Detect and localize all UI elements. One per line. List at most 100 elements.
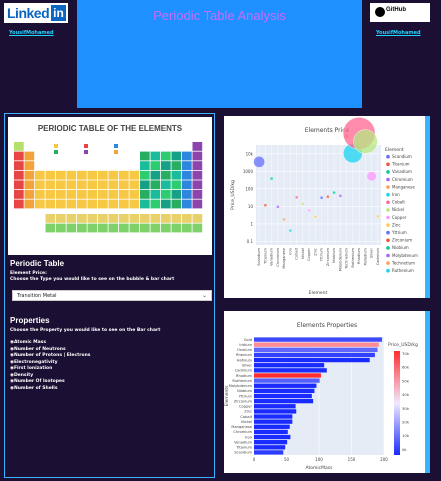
bubble-point[interactable]	[288, 228, 293, 233]
legend-entry[interactable]: Iron	[392, 192, 400, 197]
bubble-point[interactable]	[376, 214, 380, 219]
bubble-point[interactable]	[338, 194, 343, 198]
bar[interactable]	[254, 373, 321, 378]
bubble-point[interactable]	[294, 195, 299, 200]
bar[interactable]	[254, 429, 288, 435]
bar[interactable]	[254, 409, 297, 414]
property-radio-option[interactable]: ◉Number of Neutrons	[10, 347, 90, 352]
bubble-point[interactable]	[326, 194, 330, 199]
x-tick-label: Titanium	[263, 248, 267, 265]
bubble-point[interactable]	[366, 171, 377, 182]
github-user-link[interactable]: YousifMohamed	[376, 30, 421, 36]
colorbar-tick-label: 30k	[402, 406, 410, 411]
legend-entry[interactable]: Vanadium	[392, 169, 412, 174]
property-radio-option[interactable]: ◉Density	[10, 373, 90, 378]
legend-swatch	[54, 150, 58, 154]
bubble-point[interactable]	[332, 190, 336, 195]
legend-entry[interactable]: Niobium	[392, 245, 409, 250]
legend-marker[interactable]	[386, 268, 390, 273]
property-radio-option[interactable]: ◉Number Of Isotopes	[10, 379, 90, 384]
bar[interactable]	[254, 347, 378, 352]
property-radio-option[interactable]: ◉First Ionization	[10, 366, 90, 371]
bubble-point[interactable]	[276, 205, 280, 209]
legend-marker[interactable]	[386, 177, 390, 182]
chevron-down-icon[interactable]: ⌄	[202, 292, 207, 299]
legend-marker[interactable]	[386, 162, 390, 167]
legend-entry[interactable]: Ruthenium	[392, 268, 414, 273]
bar[interactable]	[254, 363, 325, 368]
github-logo[interactable]: GitHub	[370, 3, 430, 22]
property-radio-option[interactable]: ◉Atomic Mass	[10, 340, 90, 345]
legend-marker[interactable]	[386, 215, 390, 220]
legend-entry[interactable]: Scandium	[392, 154, 412, 159]
elements-properties-chart[interactable]: Elements Properties GoldIridiumOsmiumRhe…	[224, 311, 430, 473]
radio-label: Number of Protons | Electrons	[13, 353, 91, 358]
bar[interactable]	[254, 378, 320, 383]
legend-entry[interactable]: Technetium	[391, 260, 415, 265]
legend-entry[interactable]: Manganese	[392, 184, 416, 189]
legend-marker[interactable]	[386, 200, 390, 205]
property-radio-option[interactable]: ◉Number of Shells	[10, 386, 90, 391]
legend-marker[interactable]	[386, 246, 390, 250]
bubble-point[interactable]	[353, 129, 378, 154]
bar[interactable]	[254, 398, 314, 404]
element-tile	[77, 180, 87, 190]
scrollbar[interactable]	[425, 116, 430, 298]
linkedin-user-link[interactable]: YousifMohamed	[9, 30, 54, 36]
legend-marker[interactable]	[386, 261, 390, 265]
element-tile	[119, 190, 129, 199]
linkedin-logo-text: Linked	[7, 5, 50, 21]
bar[interactable]	[254, 445, 286, 450]
legend-entry[interactable]: Zinc	[392, 222, 401, 227]
bar[interactable]	[254, 434, 291, 440]
bar[interactable]	[254, 342, 379, 347]
legend-entry[interactable]: Titanium	[391, 162, 410, 167]
legend-entry[interactable]: Yttrium	[391, 230, 407, 235]
bubble-point[interactable]	[269, 176, 274, 181]
legend-entry[interactable]: Nickel	[392, 207, 404, 212]
bar[interactable]	[254, 383, 317, 388]
property-radio-option[interactable]: ◉Number of Protons | Electrons	[10, 353, 90, 358]
property-radio-option[interactable]: ◉Electronegativity	[10, 360, 90, 365]
legend-entry[interactable]: Copper	[392, 215, 407, 220]
bar[interactable]	[254, 404, 296, 409]
bar[interactable]	[254, 388, 315, 394]
bar[interactable]	[254, 450, 284, 455]
bar[interactable]	[254, 337, 383, 342]
legend-entry[interactable]: Cobalt	[392, 200, 405, 205]
scrollbar[interactable]	[425, 311, 430, 473]
bubble-point[interactable]	[282, 217, 286, 222]
legend-marker[interactable]	[386, 170, 390, 174]
bar[interactable]	[254, 352, 375, 358]
elements-price-chart[interactable]: Elements Price 10k 1000 100 10 1 0.1 Scandium…	[224, 116, 430, 298]
element-tile	[182, 199, 192, 209]
element-tile	[192, 151, 203, 161]
bar[interactable]	[254, 368, 327, 373]
legend-marker[interactable]	[386, 192, 390, 197]
legend-marker[interactable]	[386, 185, 390, 189]
legend-marker[interactable]	[386, 238, 390, 243]
legend-entry[interactable]: Chromium	[392, 177, 413, 182]
linkedin-logo[interactable]: Linked in	[4, 3, 68, 23]
legend-marker[interactable]	[386, 208, 390, 212]
legend-entry[interactable]: Zirconium	[392, 238, 412, 243]
bubble-point[interactable]	[307, 208, 311, 213]
bar[interactable]	[254, 419, 293, 424]
legend-marker[interactable]	[386, 230, 390, 235]
legend-marker[interactable]	[386, 253, 390, 258]
bubble-point[interactable]	[313, 214, 318, 219]
bar[interactable]	[254, 414, 293, 419]
bar[interactable]	[254, 440, 288, 445]
bubble-point[interactable]	[263, 203, 268, 208]
legend-marker[interactable]	[386, 223, 390, 227]
bubble-point[interactable]	[253, 156, 265, 168]
colorbar-tick-label: 10k	[402, 433, 410, 438]
bar[interactable]	[254, 357, 370, 363]
bar[interactable]	[254, 393, 312, 399]
bubble-point[interactable]	[301, 202, 305, 206]
bubble-point[interactable]	[319, 195, 324, 200]
type-dropdown[interactable]: Transition Metal ⌄	[12, 290, 212, 301]
legend-marker[interactable]	[386, 154, 390, 159]
legend-entry[interactable]: Molybdenum	[392, 253, 418, 258]
bar[interactable]	[254, 424, 290, 429]
